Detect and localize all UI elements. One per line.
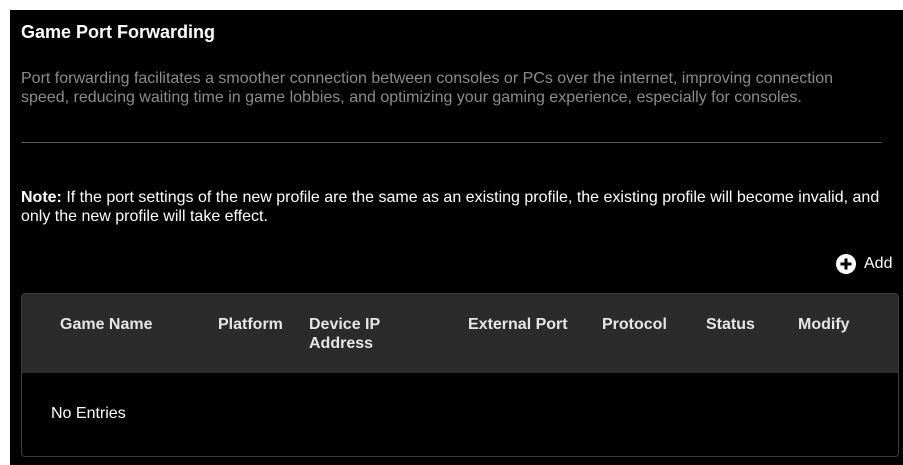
empty-state-text: No Entries [51,405,126,422]
section-description: Port forwarding facilitates a smoother c… [21,70,833,106]
port-forwarding-table: Game Name Platform Device IP Address Ext… [21,293,899,457]
section-divider [21,142,882,143]
note-text: Note: If the port settings of the new pr… [21,188,881,226]
column-header-protocol: Protocol [602,316,667,333]
column-header-external-port: External Port [468,316,568,333]
table-header: Game Name Platform Device IP Address Ext… [22,294,898,373]
note-label: Note: [21,189,62,206]
note-body: If the port settings of the new profile … [21,189,880,225]
port-forwarding-panel: Game Port Forwarding Port forwarding fac… [10,10,903,465]
page-title: Game Port Forwarding [21,22,216,42]
column-header-game-name: Game Name [60,316,153,333]
add-profile-button[interactable]: Add [836,253,892,275]
plus-circle-icon [836,254,856,274]
column-header-platform: Platform [218,316,283,333]
column-header-status: Status [706,316,755,333]
table-empty-row: No Entries [22,373,898,456]
add-label: Add [864,255,893,272]
column-header-modify: Modify [798,316,850,333]
column-header-device-ip-address: Device IP Address [309,316,380,352]
